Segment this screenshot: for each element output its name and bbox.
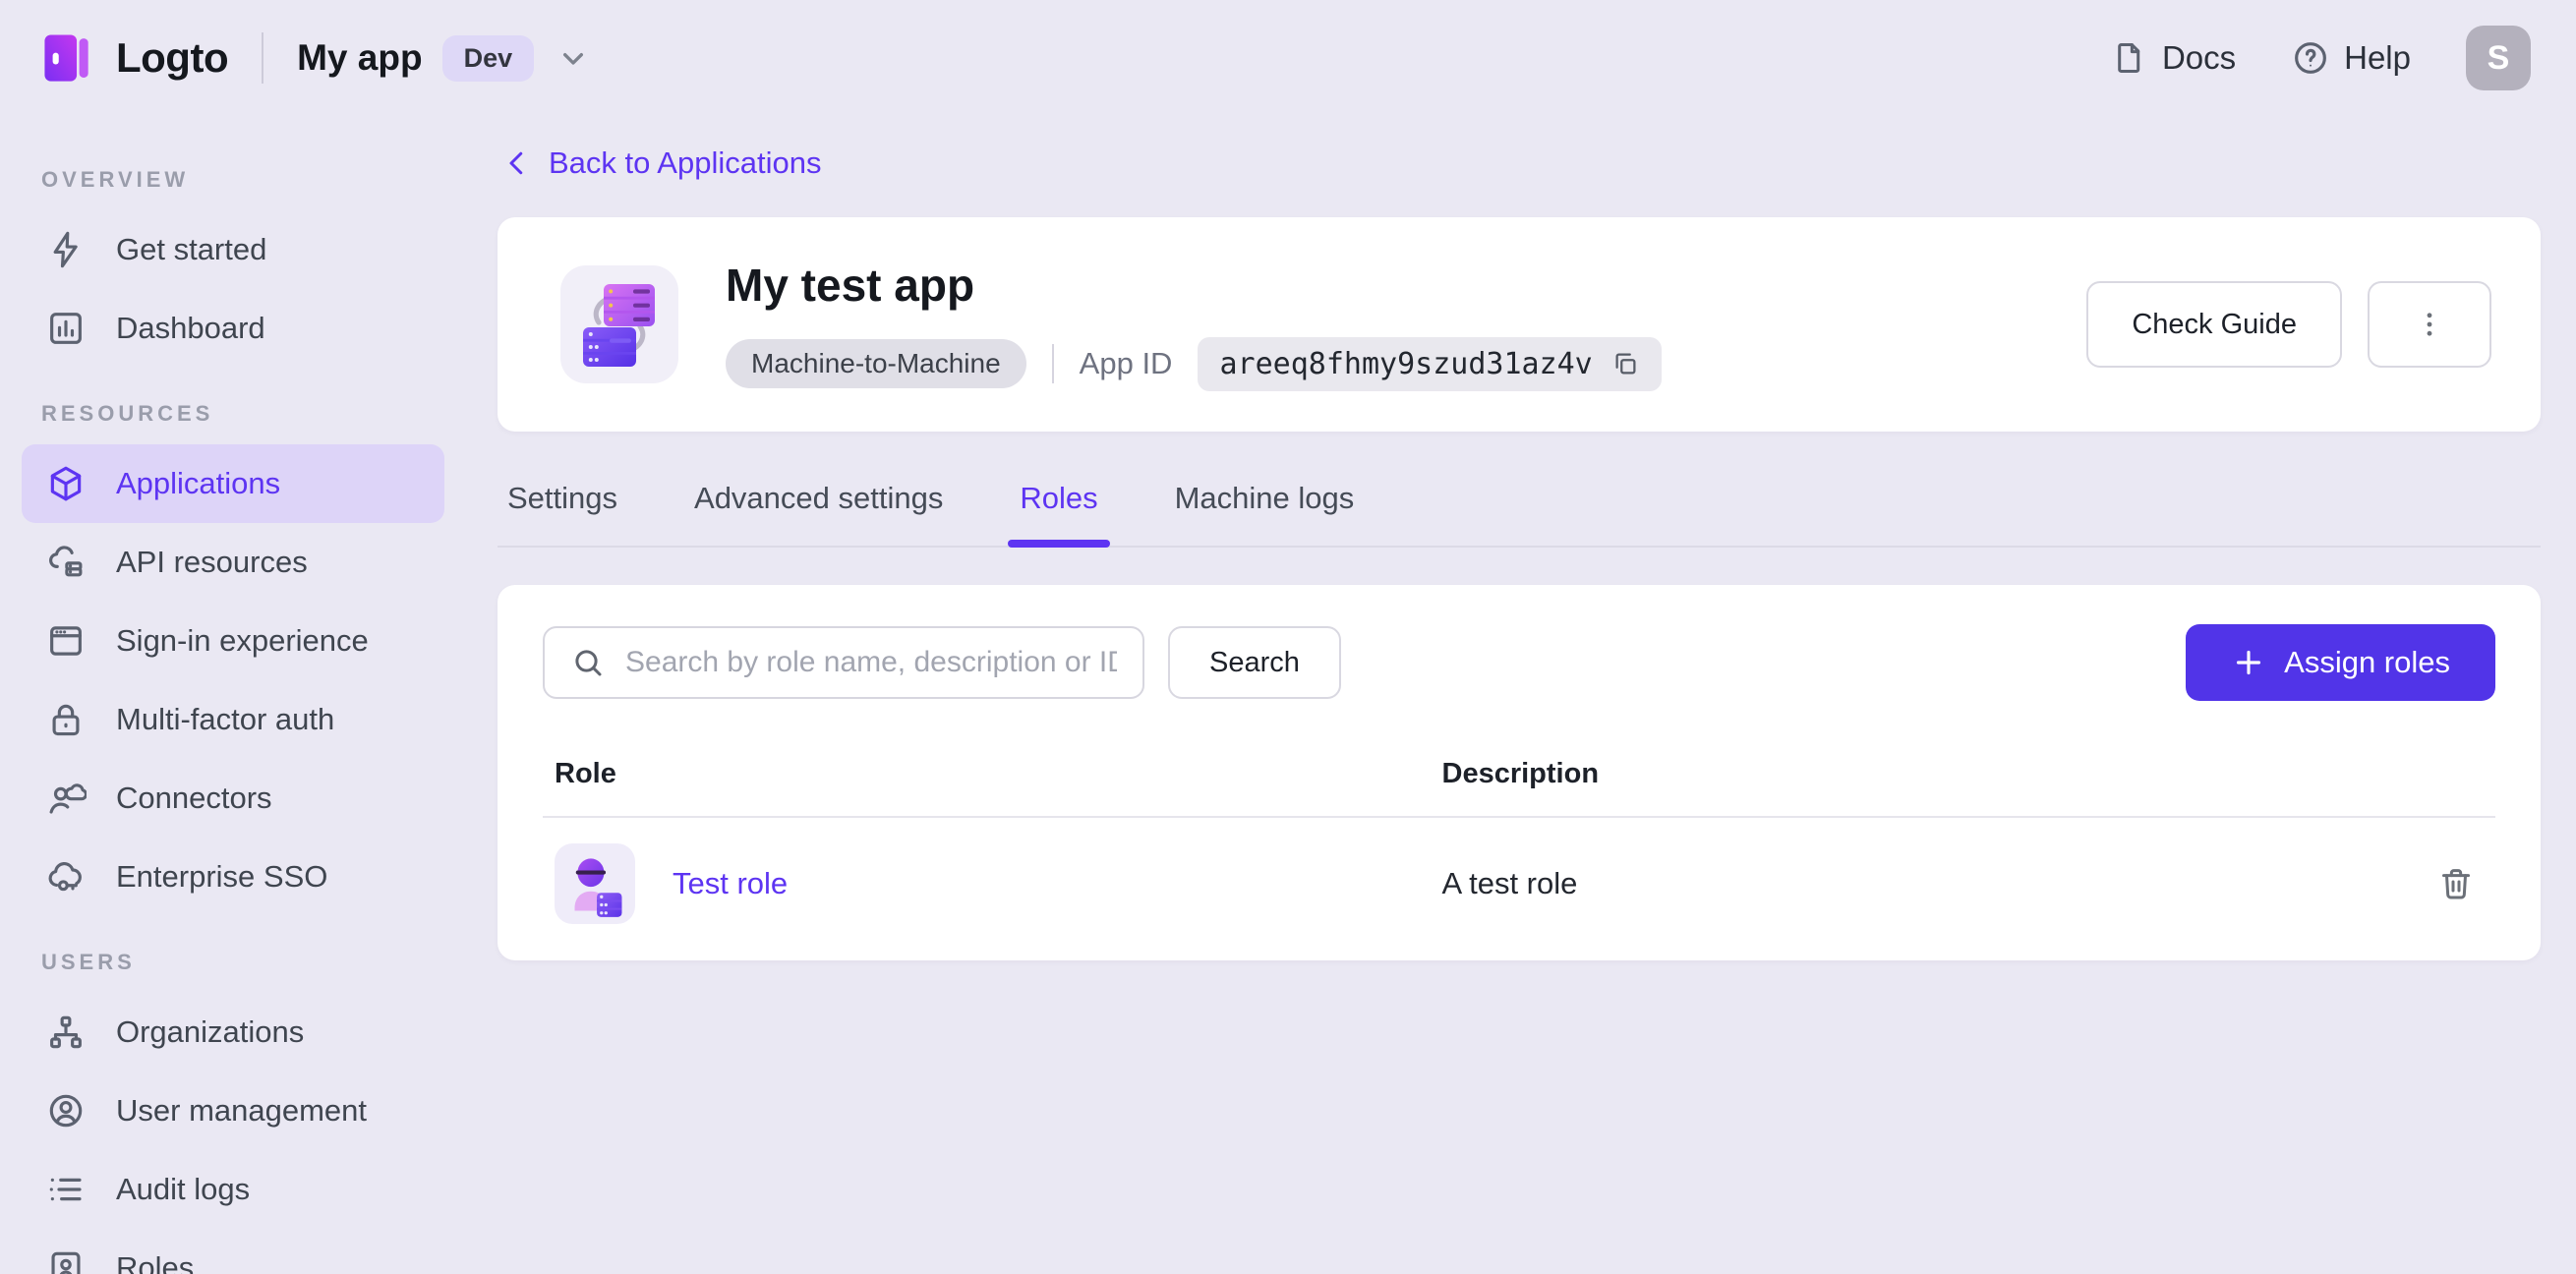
column-header-role: Role: [555, 758, 616, 789]
divider: [262, 32, 264, 84]
cloud-server-icon: [45, 542, 87, 583]
search-button[interactable]: Search: [1168, 626, 1341, 699]
sidebar-item-label: User management: [116, 1093, 368, 1128]
divider: [1051, 344, 1054, 383]
docs-link[interactable]: Docs: [2111, 39, 2236, 77]
lock-icon: [45, 699, 87, 740]
table-header-row: Role Description: [543, 744, 2495, 818]
column-header-description: Description: [1441, 758, 1600, 789]
sidebar-section-overview: OVERVIEW: [41, 167, 190, 192]
kebab-icon: [2413, 308, 2446, 341]
app-switcher[interactable]: My app Dev: [297, 34, 593, 82]
avatar-initial: S: [2487, 38, 2510, 77]
search-icon: [570, 645, 606, 680]
sidebar-item-label: Dashboard: [116, 311, 265, 345]
check-guide-button[interactable]: Check Guide: [2086, 281, 2342, 368]
app-m2m-icon: [560, 265, 678, 383]
roles-panel: Search Assign roles Role Description: [498, 585, 2541, 960]
sidebar-item-label: Sign-in experience: [116, 623, 369, 658]
plus-icon: [2231, 645, 2266, 680]
cloud-key-icon: [45, 856, 87, 898]
chevron-left-icon: [499, 145, 535, 181]
table-row[interactable]: Test role A test role: [543, 818, 2495, 950]
lightning-icon: [45, 229, 87, 270]
sidebar-item-label: Connectors: [116, 781, 272, 815]
sidebar-item-label: Applications: [116, 466, 281, 500]
sidebar-section-resources: RESOURCES: [41, 401, 214, 426]
tab-advanced-settings[interactable]: Advanced settings: [692, 475, 945, 546]
sidebar-item-label: Multi-factor auth: [116, 702, 335, 736]
sidebar-section-users: USERS: [41, 950, 136, 974]
logto-brand: Logto: [39, 29, 229, 87]
sidebar-item-applications[interactable]: Applications: [22, 444, 444, 523]
document-icon: [2111, 39, 2148, 77]
topbar: Logto My app Dev Docs Help S: [0, 0, 2576, 116]
sidebar-item-label: Get started: [116, 232, 267, 266]
help-label: Help: [2344, 39, 2411, 76]
app-id-label: App ID: [1079, 346, 1173, 380]
role-description: A test role: [1441, 866, 1578, 900]
sidebar: OVERVIEW Get started Dashboard RESOURCES…: [0, 116, 464, 1274]
assign-roles-label: Assign roles: [2284, 645, 2450, 679]
help-icon: [2291, 38, 2330, 78]
sidebar-item-dashboard[interactable]: Dashboard: [22, 289, 444, 368]
back-to-applications-link[interactable]: Back to Applications: [499, 145, 821, 181]
sidebar-item-connectors[interactable]: Connectors: [22, 759, 444, 838]
delete-role-button[interactable]: [2429, 856, 2484, 911]
docs-label: Docs: [2161, 39, 2237, 76]
app-id-value: areeq8fhmy9szud31az4v: [1219, 346, 1593, 381]
sidebar-item-audit-logs[interactable]: Audit logs: [22, 1150, 444, 1229]
sidebar-item-user-management[interactable]: User management: [22, 1071, 444, 1150]
app-tabs: Settings Advanced settings Roles Machine…: [498, 475, 2541, 548]
sidebar-item-label: API resources: [116, 545, 308, 579]
brand-name: Logto: [116, 34, 229, 81]
chevron-down-icon: [554, 38, 593, 78]
sidebar-item-label: Enterprise SSO: [116, 859, 328, 894]
logto-logo-icon: [39, 29, 96, 87]
main-content: Back to Applications My test app Machine…: [464, 116, 2576, 1274]
roles-table: Role Description Test role A test role: [543, 744, 2495, 950]
bar-chart-icon: [45, 308, 87, 349]
sidebar-item-roles[interactable]: Roles: [22, 1229, 444, 1274]
tab-machine-logs[interactable]: Machine logs: [1173, 475, 1357, 546]
tab-settings[interactable]: Settings: [505, 475, 619, 546]
person-cloud-icon: [45, 778, 87, 819]
help-link[interactable]: Help: [2291, 38, 2411, 78]
sidebar-item-enterprise-sso[interactable]: Enterprise SSO: [22, 838, 444, 916]
sidebar-item-api-resources[interactable]: API resources: [22, 523, 444, 602]
sidebar-item-sign-in-experience[interactable]: Sign-in experience: [22, 602, 444, 680]
id-card-icon: [45, 1247, 87, 1274]
sidebar-item-organizations[interactable]: Organizations: [22, 993, 444, 1071]
app-id-chip[interactable]: areeq8fhmy9szud31az4v: [1198, 336, 1662, 391]
role-search-box: [543, 626, 1144, 699]
more-actions-button[interactable]: [2368, 281, 2491, 368]
cube-icon: [45, 463, 87, 504]
current-app-name: My app: [297, 37, 423, 78]
role-name-link[interactable]: Test role: [673, 866, 788, 901]
role-m2m-icon: [555, 843, 635, 924]
tab-roles[interactable]: Roles: [1008, 475, 1110, 548]
app-type-badge: Machine-to-Machine: [726, 339, 1026, 388]
assign-roles-button[interactable]: Assign roles: [2186, 624, 2495, 701]
app-title: My test app: [726, 259, 975, 311]
avatar[interactable]: S: [2466, 26, 2531, 90]
org-chart-icon: [45, 1012, 87, 1053]
list-icon: [45, 1169, 87, 1210]
search-input[interactable]: [625, 646, 1117, 679]
browser-icon: [45, 620, 87, 662]
env-badge: Dev: [441, 34, 535, 82]
sidebar-item-label: Organizations: [116, 1014, 305, 1049]
sidebar-item-label: Audit logs: [116, 1172, 251, 1206]
sidebar-item-get-started[interactable]: Get started: [22, 210, 444, 289]
sidebar-item-multi-factor-auth[interactable]: Multi-factor auth: [22, 680, 444, 759]
back-link-label: Back to Applications: [549, 145, 822, 180]
copy-icon[interactable]: [1610, 349, 1640, 378]
sidebar-item-label: Roles: [116, 1250, 195, 1274]
trash-icon: [2436, 864, 2476, 903]
app-header-card: My test app Machine-to-Machine App ID ar…: [498, 217, 2541, 432]
user-circle-icon: [45, 1090, 87, 1131]
